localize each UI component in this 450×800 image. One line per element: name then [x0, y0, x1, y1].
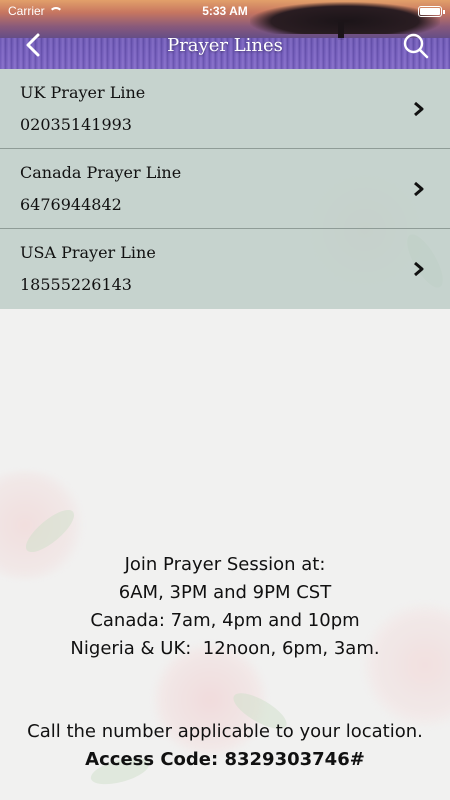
prayer-line-name: USA Prayer Line [20, 243, 156, 262]
prayer-line-number: 18555226143 [20, 275, 132, 294]
session-times-cst: 6AM, 3PM and 9PM CST [118, 582, 332, 603]
list-item-uk-prayer-line[interactable]: UK Prayer Line 02035141993 [0, 69, 450, 149]
list-item-usa-prayer-line[interactable]: USA Prayer Line 18555226143 [0, 229, 450, 309]
prayer-line-number: 02035141993 [20, 115, 132, 134]
status-time: 5:33 AM [202, 4, 248, 18]
status-bar: Carrier 5:33 AM [0, 0, 450, 22]
list-item-canada-prayer-line[interactable]: Canada Prayer Line 6476944842 [0, 149, 450, 229]
session-times-canada: Canada: 7am, 4pm and 10pm [90, 610, 360, 631]
session-info: Join Prayer Session at: 6AM, 3PM and 9PM… [0, 551, 450, 663]
search-button[interactable] [402, 32, 430, 60]
session-times-nigeria-uk: Nigeria & UK: 12noon, 6pm, 3am. [70, 638, 380, 659]
session-heading: Join Prayer Session at: [124, 554, 326, 575]
back-button[interactable] [22, 32, 46, 58]
prayer-line-list: UK Prayer Line 02035141993 Canada Prayer… [0, 69, 450, 309]
call-instructions: Call the number applicable to your locat… [0, 718, 450, 774]
prayer-line-number: 6476944842 [20, 195, 122, 214]
search-icon [403, 33, 429, 59]
chevron-right-icon [414, 101, 424, 117]
prayer-line-name: Canada Prayer Line [20, 163, 182, 182]
prayer-line-name: UK Prayer Line [20, 83, 146, 102]
call-instruction-text: Call the number applicable to your locat… [27, 721, 423, 742]
navigation-bar: Prayer Lines [0, 22, 450, 69]
page-title: Prayer Lines [167, 35, 283, 56]
header-banner: Carrier 5:33 AM Prayer Lines [0, 0, 450, 69]
chevron-right-icon [414, 261, 424, 277]
wifi-icon [48, 6, 63, 16]
access-code: Access Code: 8329303746# [85, 749, 365, 770]
chevron-left-icon [26, 33, 40, 57]
carrier-label: Carrier [8, 4, 45, 18]
battery-icon [418, 5, 445, 17]
chevron-right-icon [414, 181, 424, 197]
